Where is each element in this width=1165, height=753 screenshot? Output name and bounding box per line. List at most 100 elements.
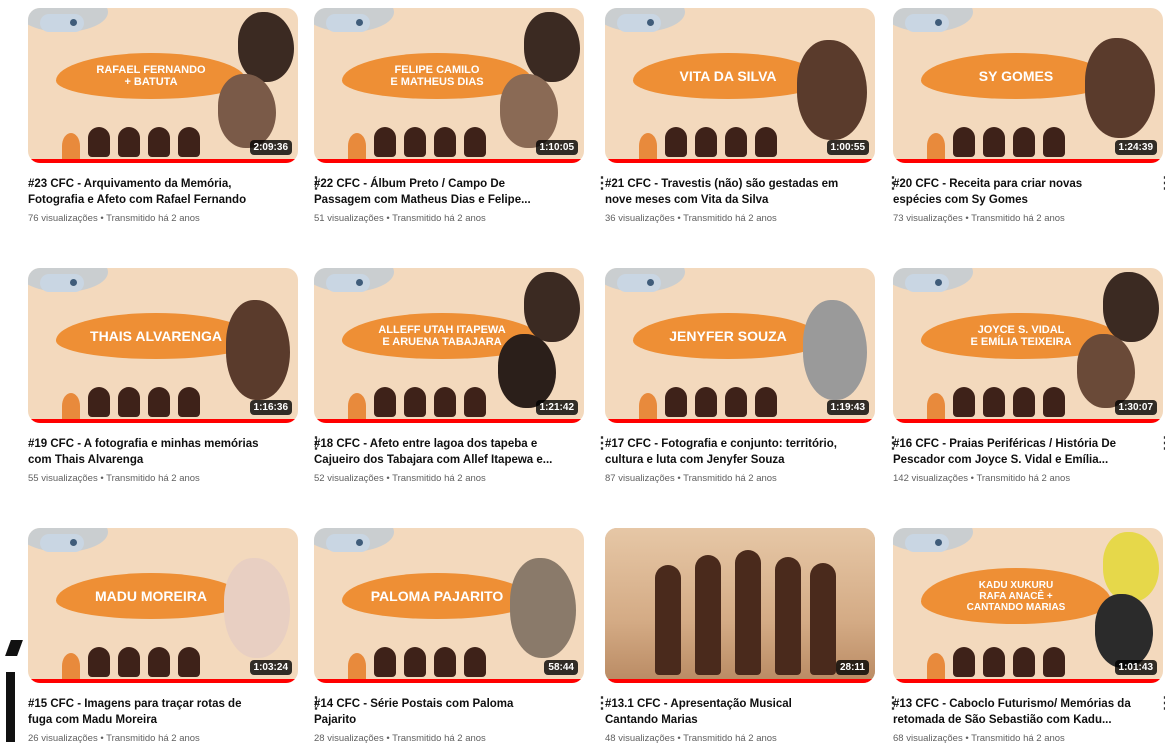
view-count: 68 visualizações xyxy=(893,733,963,744)
thumbnail-illustration xyxy=(78,639,218,677)
video-title[interactable]: #18 CFC - Afeto entre lagoa dos tapeba e… xyxy=(314,436,554,468)
separator: • xyxy=(97,733,107,744)
thumbnail-illustration xyxy=(655,379,795,417)
thumbnail-illustration xyxy=(943,119,1083,157)
video-stats: 87 visualizações • Transmitido há 2 anos xyxy=(605,473,845,484)
separator: • xyxy=(962,733,972,744)
thumbnail-illustration xyxy=(78,379,218,417)
duration-badge: 1:10:05 xyxy=(535,140,578,155)
video-title[interactable]: #21 CFC - Travestis (não) são gestadas e… xyxy=(605,176,845,208)
view-count: 51 visualizações xyxy=(314,213,384,224)
video-title[interactable]: #16 CFC - Praias Periféricas / História … xyxy=(893,436,1133,468)
video-thumbnail[interactable]: VITA DA SILVA 1:00:55 xyxy=(605,8,875,163)
video-thumbnail[interactable]: 28:11 xyxy=(605,528,875,683)
thumbnail-illustration xyxy=(364,379,504,417)
guest-photo xyxy=(238,12,294,82)
video-meta: #15 CFC - Imagens para traçar rotas de f… xyxy=(28,696,268,744)
video-stats: 36 visualizações • Transmitido há 2 anos xyxy=(605,213,845,224)
guest-photo xyxy=(524,12,580,82)
duration-badge: 1:01:43 xyxy=(1114,660,1157,675)
video-title[interactable]: #14 CFC - Série Postais com Paloma Pajar… xyxy=(314,696,554,728)
separator: • xyxy=(962,213,972,224)
video-title[interactable]: #23 CFC - Arquivamento da Memória, Fotog… xyxy=(28,176,268,208)
video-thumbnail[interactable]: MADU MOREIRA 1:03:24 xyxy=(28,528,298,683)
guest-photo xyxy=(1103,532,1159,602)
duration-badge: 1:16:36 xyxy=(249,400,292,415)
stream-date: Transmitido há 2 anos xyxy=(976,473,1071,484)
more-actions-icon[interactable]: ⋮ xyxy=(1157,436,1165,456)
video-thumbnail[interactable]: THAIS ALVARENGA 1:16:36 xyxy=(28,268,298,423)
separator: • xyxy=(674,733,684,744)
cropped-overlay-glyph xyxy=(0,636,26,746)
video-meta: #17 CFC - Fotografia e conjunto: territó… xyxy=(605,436,845,484)
view-count: 87 visualizações xyxy=(605,473,675,484)
thumbnail-illustration xyxy=(364,119,504,157)
separator: • xyxy=(383,473,393,484)
video-stats: 76 visualizações • Transmitido há 2 anos xyxy=(28,213,268,224)
thumbnail-banner: SY GOMES xyxy=(921,53,1111,99)
thumbnail-banner: RAFAEL FERNANDO + BATUTA xyxy=(56,53,246,99)
channel-logo xyxy=(326,534,370,552)
video-stats: 48 visualizações • Transmitido há 2 anos xyxy=(605,733,845,744)
stream-date: Transmitido há 2 anos xyxy=(392,473,486,484)
channel-logo xyxy=(905,274,949,292)
video-thumbnail[interactable]: SY GOMES 1:24:39 xyxy=(893,8,1163,163)
video-thumbnail[interactable]: JOYCE S. VIDAL E EMÍLIA TEIXEIRA 1:30:07 xyxy=(893,268,1163,423)
view-count: 76 visualizações xyxy=(28,213,98,224)
guest-photo xyxy=(803,300,867,400)
view-count: 26 visualizações xyxy=(28,733,98,744)
video-stats: 28 visualizações • Transmitido há 2 anos xyxy=(314,733,554,744)
channel-logo xyxy=(617,14,661,32)
video-thumbnail[interactable]: KADU XUKURU RAFA ANACÊ + CANTANDO MARIAS… xyxy=(893,528,1163,683)
video-stats: 73 visualizações • Transmitido há 2 anos xyxy=(893,213,1133,224)
video-title[interactable]: #15 CFC - Imagens para traçar rotas de f… xyxy=(28,696,268,728)
duration-badge: 1:21:42 xyxy=(535,400,578,415)
duration-badge: 2:09:36 xyxy=(249,140,292,155)
guest-photo xyxy=(1085,38,1155,138)
channel-logo xyxy=(40,534,84,552)
video-thumbnail[interactable]: JENYFER SOUZA 1:19:43 xyxy=(605,268,875,423)
thumbnail-illustration xyxy=(943,639,1083,677)
watch-progress-bar xyxy=(28,679,298,683)
video-title[interactable]: #17 CFC - Fotografia e conjunto: territó… xyxy=(605,436,845,468)
more-actions-icon[interactable]: ⋮ xyxy=(1157,176,1165,196)
watch-progress-bar xyxy=(893,159,1163,163)
view-count: 36 visualizações xyxy=(605,213,675,224)
watch-progress-bar xyxy=(314,159,584,163)
duration-badge: 1:30:07 xyxy=(1114,400,1157,415)
video-meta: #19 CFC - A fotografia e minhas memórias… xyxy=(28,436,268,484)
thumbnail-banner: MADU MOREIRA xyxy=(56,573,246,619)
guest-photo xyxy=(1095,594,1153,668)
video-title[interactable]: #13.1 CFC - Apresentação Musical Cantand… xyxy=(605,696,845,728)
watch-progress-bar xyxy=(314,679,584,683)
video-title[interactable]: #20 CFC - Receita para criar novas espéc… xyxy=(893,176,1133,208)
video-title[interactable]: #13 CFC - Caboclo Futurismo/ Memórias da… xyxy=(893,696,1133,728)
video-meta: #20 CFC - Receita para criar novas espéc… xyxy=(893,176,1133,224)
separator: • xyxy=(383,213,393,224)
video-stats: 142 visualizações • Transmitido há 2 ano… xyxy=(893,473,1133,484)
stream-date: Transmitido há 2 anos xyxy=(106,213,200,224)
video-meta: #23 CFC - Arquivamento da Memória, Fotog… xyxy=(28,176,268,224)
separator: • xyxy=(383,733,393,744)
video-thumbnail[interactable]: ALLEFF UTAH ITAPEWA E ARUENA TABAJARA 1:… xyxy=(314,268,584,423)
view-count: 55 visualizações xyxy=(28,473,98,484)
stream-date: Transmitido há 2 anos xyxy=(392,733,486,744)
video-thumbnail[interactable]: PALOMA PAJARITO 58:44 xyxy=(314,528,584,683)
video-stats: 26 visualizações • Transmitido há 2 anos xyxy=(28,733,268,744)
video-title[interactable]: #22 CFC - Álbum Preto / Campo De Passage… xyxy=(314,176,554,208)
watch-progress-bar xyxy=(605,419,875,423)
watch-progress-bar xyxy=(28,159,298,163)
guest-photo xyxy=(1103,272,1159,342)
stream-date: Transmitido há 2 anos xyxy=(971,733,1065,744)
video-thumbnail[interactable]: FELIPE CAMILO E MATHEUS DIAS 1:10:05 xyxy=(314,8,584,163)
video-title[interactable]: #19 CFC - A fotografia e minhas memórias… xyxy=(28,436,268,468)
video-meta: #22 CFC - Álbum Preto / Campo De Passage… xyxy=(314,176,554,224)
stream-date: Transmitido há 2 anos xyxy=(106,733,200,744)
watch-progress-bar xyxy=(314,419,584,423)
view-count: 52 visualizações xyxy=(314,473,384,484)
watch-progress-bar xyxy=(893,679,1163,683)
separator: • xyxy=(674,473,684,484)
video-thumbnail[interactable]: RAFAEL FERNANDO + BATUTA 2:09:36 xyxy=(28,8,298,163)
view-count: 142 visualizações xyxy=(893,473,968,484)
more-actions-icon[interactable]: ⋮ xyxy=(1157,696,1165,716)
